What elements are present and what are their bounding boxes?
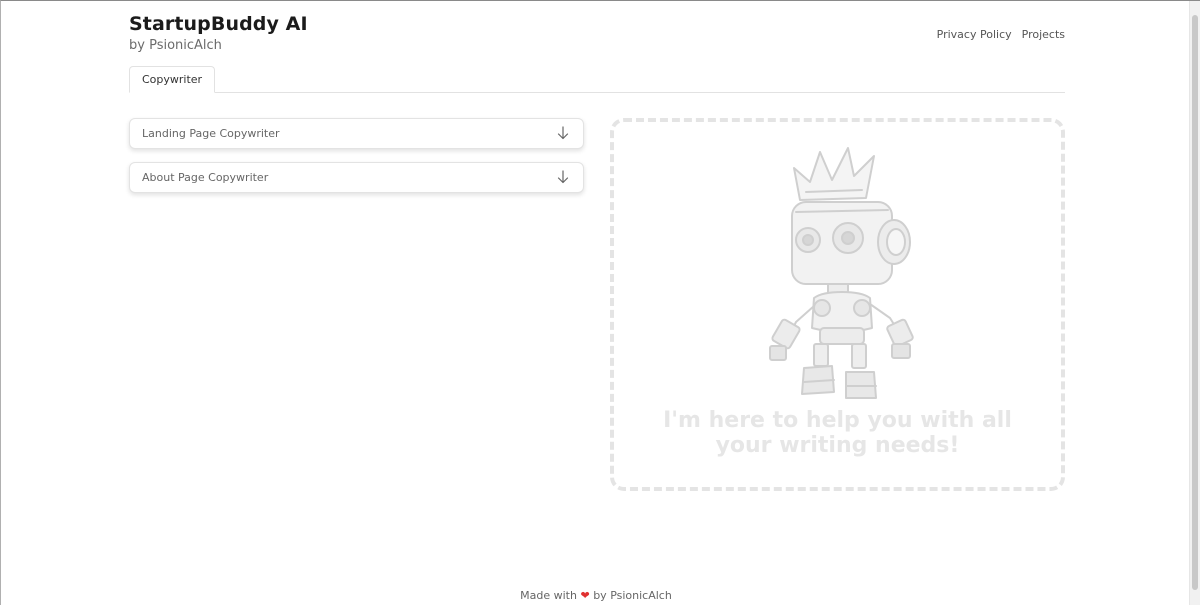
accordion-label: About Page Copywriter (142, 171, 269, 184)
output-panel: I'm here to help you with all your writi… (610, 118, 1065, 491)
site-footer: Made with ❤ by PsionicAlch (1, 589, 1191, 602)
heart-icon: ❤ (580, 589, 590, 602)
site-title[interactable]: StartupBuddy AI (129, 13, 308, 35)
footer-author-link[interactable]: by PsionicAlch (593, 589, 672, 602)
output-placeholder-text: I'm here to help you with all your writi… (663, 408, 1012, 458)
site-subtitle: by PsionicAlch (129, 38, 222, 53)
nav-link-privacy-policy[interactable]: Privacy Policy (937, 28, 1012, 41)
browser-viewport: StartupBuddy AI by PsionicAlch Privacy P… (0, 0, 1200, 605)
footer-made-with: Made with (520, 589, 577, 602)
arrow-down-icon (557, 170, 569, 184)
nav-link-projects[interactable]: Projects (1022, 28, 1065, 41)
copywriter-options: Landing Page Copywriter About Page Copyw… (129, 118, 584, 206)
site-header: StartupBuddy AI by PsionicAlch Privacy P… (129, 1, 1065, 67)
accordion-label: Landing Page Copywriter (142, 127, 280, 140)
vertical-scrollbar[interactable] (1189, 1, 1200, 605)
page-container: StartupBuddy AI by PsionicAlch Privacy P… (129, 1, 1065, 491)
tab-bar: Copywriter (129, 66, 1065, 93)
arrow-down-icon (557, 126, 569, 140)
accordion-landing-page-copywriter[interactable]: Landing Page Copywriter (129, 118, 584, 149)
header-nav: Privacy Policy Projects (937, 28, 1065, 41)
robot-illustration (769, 147, 914, 399)
tab-copywriter[interactable]: Copywriter (129, 66, 216, 93)
accordion-about-page-copywriter[interactable]: About Page Copywriter (129, 162, 584, 193)
scrollbar-thumb[interactable] (1192, 15, 1198, 590)
